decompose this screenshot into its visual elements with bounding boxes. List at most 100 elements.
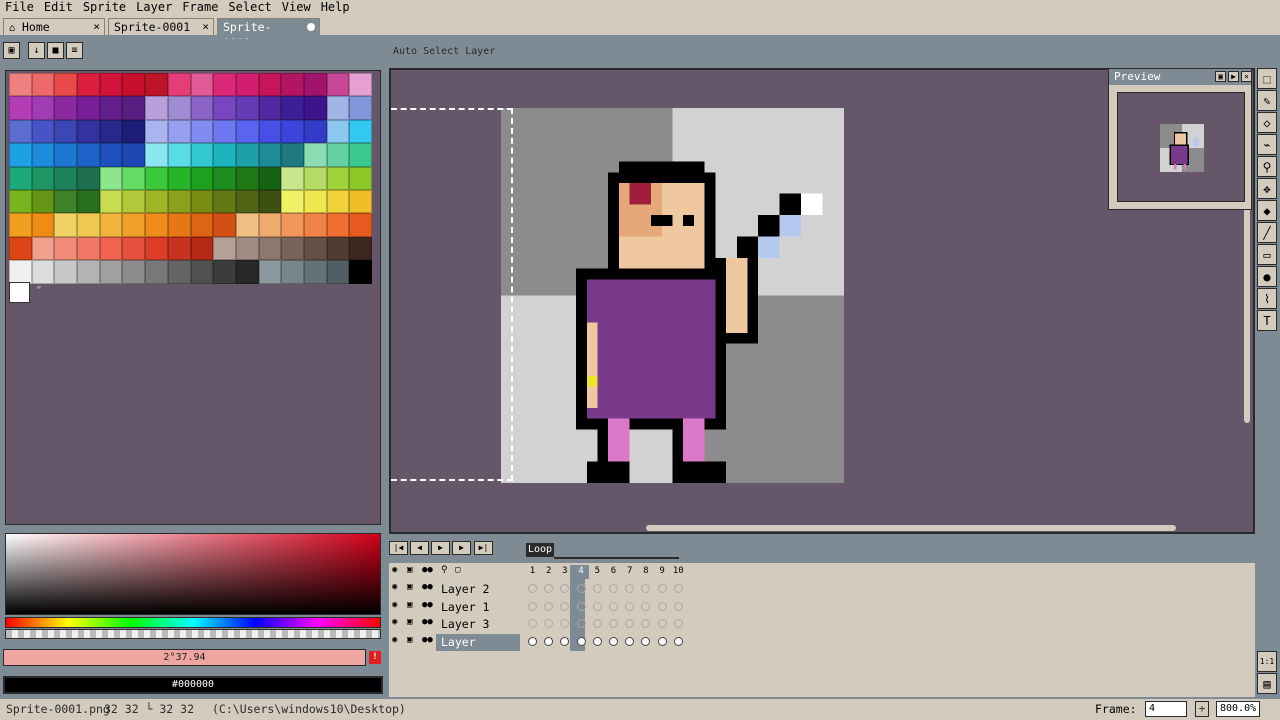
tab-sprite-png[interactable]: Sprite-0001.png: [217, 18, 320, 50]
palette-swatch[interactable]: [54, 236, 78, 261]
cel[interactable]: [590, 634, 605, 650]
cel[interactable]: [606, 616, 621, 632]
cel[interactable]: [655, 616, 670, 632]
cel[interactable]: [638, 634, 653, 650]
eye-icon[interactable]: ◉: [392, 565, 397, 575]
palette-swatch[interactable]: [54, 119, 78, 144]
palette-swatch[interactable]: [54, 96, 78, 120]
frame-header[interactable]: 4: [573, 565, 589, 579]
zoom-1-1-icon[interactable]: 1:1: [1257, 651, 1277, 672]
palette-swatch[interactable]: [326, 236, 350, 261]
palette-swatch[interactable]: [349, 236, 372, 261]
palette-swatch[interactable]: [281, 189, 304, 214]
palette-swatch[interactable]: [31, 119, 55, 144]
palette-swatch[interactable]: [31, 189, 55, 214]
palette-swatch[interactable]: [303, 119, 327, 144]
palette-swatch[interactable]: [326, 166, 350, 190]
palette-swatch[interactable]: [326, 73, 350, 97]
palette-swatch[interactable]: [167, 236, 191, 261]
palette-swatch[interactable]: [303, 166, 327, 190]
menu-view[interactable]: View: [277, 0, 316, 15]
prev-frame-icon[interactable]: ◀: [410, 541, 429, 555]
palette-swatch[interactable]: [235, 96, 259, 120]
eraser-tool-icon[interactable]: ◇: [1257, 112, 1277, 133]
palette-swatch[interactable]: [326, 189, 350, 214]
palette-swatch[interactable]: [9, 143, 32, 167]
palette-swatch[interactable]: [281, 166, 304, 190]
palette-swatch[interactable]: [190, 189, 214, 214]
palette-swatch[interactable]: [303, 260, 327, 284]
cel[interactable]: [671, 616, 686, 632]
palette-swatch[interactable]: [303, 96, 327, 120]
palette-swatch[interactable]: [167, 260, 191, 284]
palette-swatch[interactable]: [54, 260, 78, 284]
palette-swatch[interactable]: [77, 236, 100, 261]
palette-swatch[interactable]: [258, 143, 282, 167]
last-frame-icon[interactable]: ▶|: [474, 541, 493, 555]
cel[interactable]: [671, 599, 686, 615]
palette-swatch[interactable]: [77, 213, 100, 237]
palette-swatch[interactable]: [235, 73, 259, 97]
palette-swatch[interactable]: [122, 96, 146, 120]
cel[interactable]: [525, 599, 540, 615]
palette-swatch[interactable]: [31, 73, 55, 97]
menu-select[interactable]: Select: [223, 0, 276, 15]
pencil-tool-icon[interactable]: ✎: [1257, 90, 1277, 111]
palette-swatch[interactable]: [31, 236, 55, 261]
hex-color-field[interactable]: #000000: [3, 676, 383, 694]
frame-settings-icon[interactable]: ▢: [455, 565, 460, 575]
cel[interactable]: [541, 616, 556, 632]
palette-swatch[interactable]: [9, 213, 32, 237]
lock-icon[interactable]: ▣: [3, 42, 20, 59]
palette-swatch[interactable]: [145, 119, 168, 144]
cel[interactable]: [606, 581, 621, 597]
palette-swatch[interactable]: [167, 166, 191, 190]
palette-swatch[interactable]: [99, 73, 123, 97]
palette-swatch[interactable]: [213, 73, 236, 97]
palette-swatch[interactable]: [258, 189, 282, 214]
line-tool-icon[interactable]: ╱: [1257, 222, 1277, 243]
palette-swatch[interactable]: [167, 213, 191, 237]
palette-swatch[interactable]: [54, 213, 78, 237]
palette-swatch[interactable]: [258, 96, 282, 120]
palette-swatch[interactable]: [326, 96, 350, 120]
palette-swatch[interactable]: [258, 236, 282, 261]
palette-swatch[interactable]: [99, 213, 123, 237]
palette-swatch[interactable]: [145, 143, 168, 167]
palette-swatch[interactable]: [213, 236, 236, 261]
palette-swatch[interactable]: [190, 143, 214, 167]
palette-swatch[interactable]: [167, 143, 191, 167]
palette-swatch[interactable]: [281, 236, 304, 261]
fill-tool-icon[interactable]: ◆: [1257, 200, 1277, 221]
palette-swatch[interactable]: [190, 119, 214, 144]
link-icon[interactable]: ⚲: [441, 565, 448, 575]
palette-swatch[interactable]: [122, 189, 146, 214]
palette-swatch[interactable]: [31, 260, 55, 284]
cel[interactable]: [671, 634, 686, 650]
palette-swatch[interactable]: [190, 73, 214, 97]
hue-slider[interactable]: [5, 617, 381, 628]
first-frame-icon[interactable]: |◀: [389, 541, 408, 555]
play-icon[interactable]: ▶: [1228, 71, 1239, 82]
palette-swatch[interactable]: [77, 73, 100, 97]
menu-sprite[interactable]: Sprite: [78, 0, 131, 15]
cel[interactable]: [574, 616, 589, 632]
lock-icon[interactable]: ▣: [407, 635, 412, 645]
eye-icon[interactable]: ◉: [392, 635, 397, 645]
palette-swatch[interactable]: [9, 119, 32, 144]
stop-icon[interactable]: ■: [47, 42, 64, 59]
palette-swatch[interactable]: [190, 213, 214, 237]
palette-swatch[interactable]: [145, 166, 168, 190]
palette-swatch[interactable]: [99, 236, 123, 261]
cel[interactable]: [557, 599, 572, 615]
palette-swatch[interactable]: [54, 189, 78, 214]
palette-swatch[interactable]: [77, 96, 100, 120]
frame-header[interactable]: 3: [557, 565, 572, 579]
menu-icon[interactable]: ≡: [66, 42, 83, 59]
cel[interactable]: [606, 634, 621, 650]
palette-swatch[interactable]: [122, 166, 146, 190]
palette-swatch[interactable]: [122, 260, 146, 284]
palette-swatch[interactable]: [303, 236, 327, 261]
frame-header[interactable]: 6: [606, 565, 621, 579]
palette-swatch[interactable]: [167, 189, 191, 214]
